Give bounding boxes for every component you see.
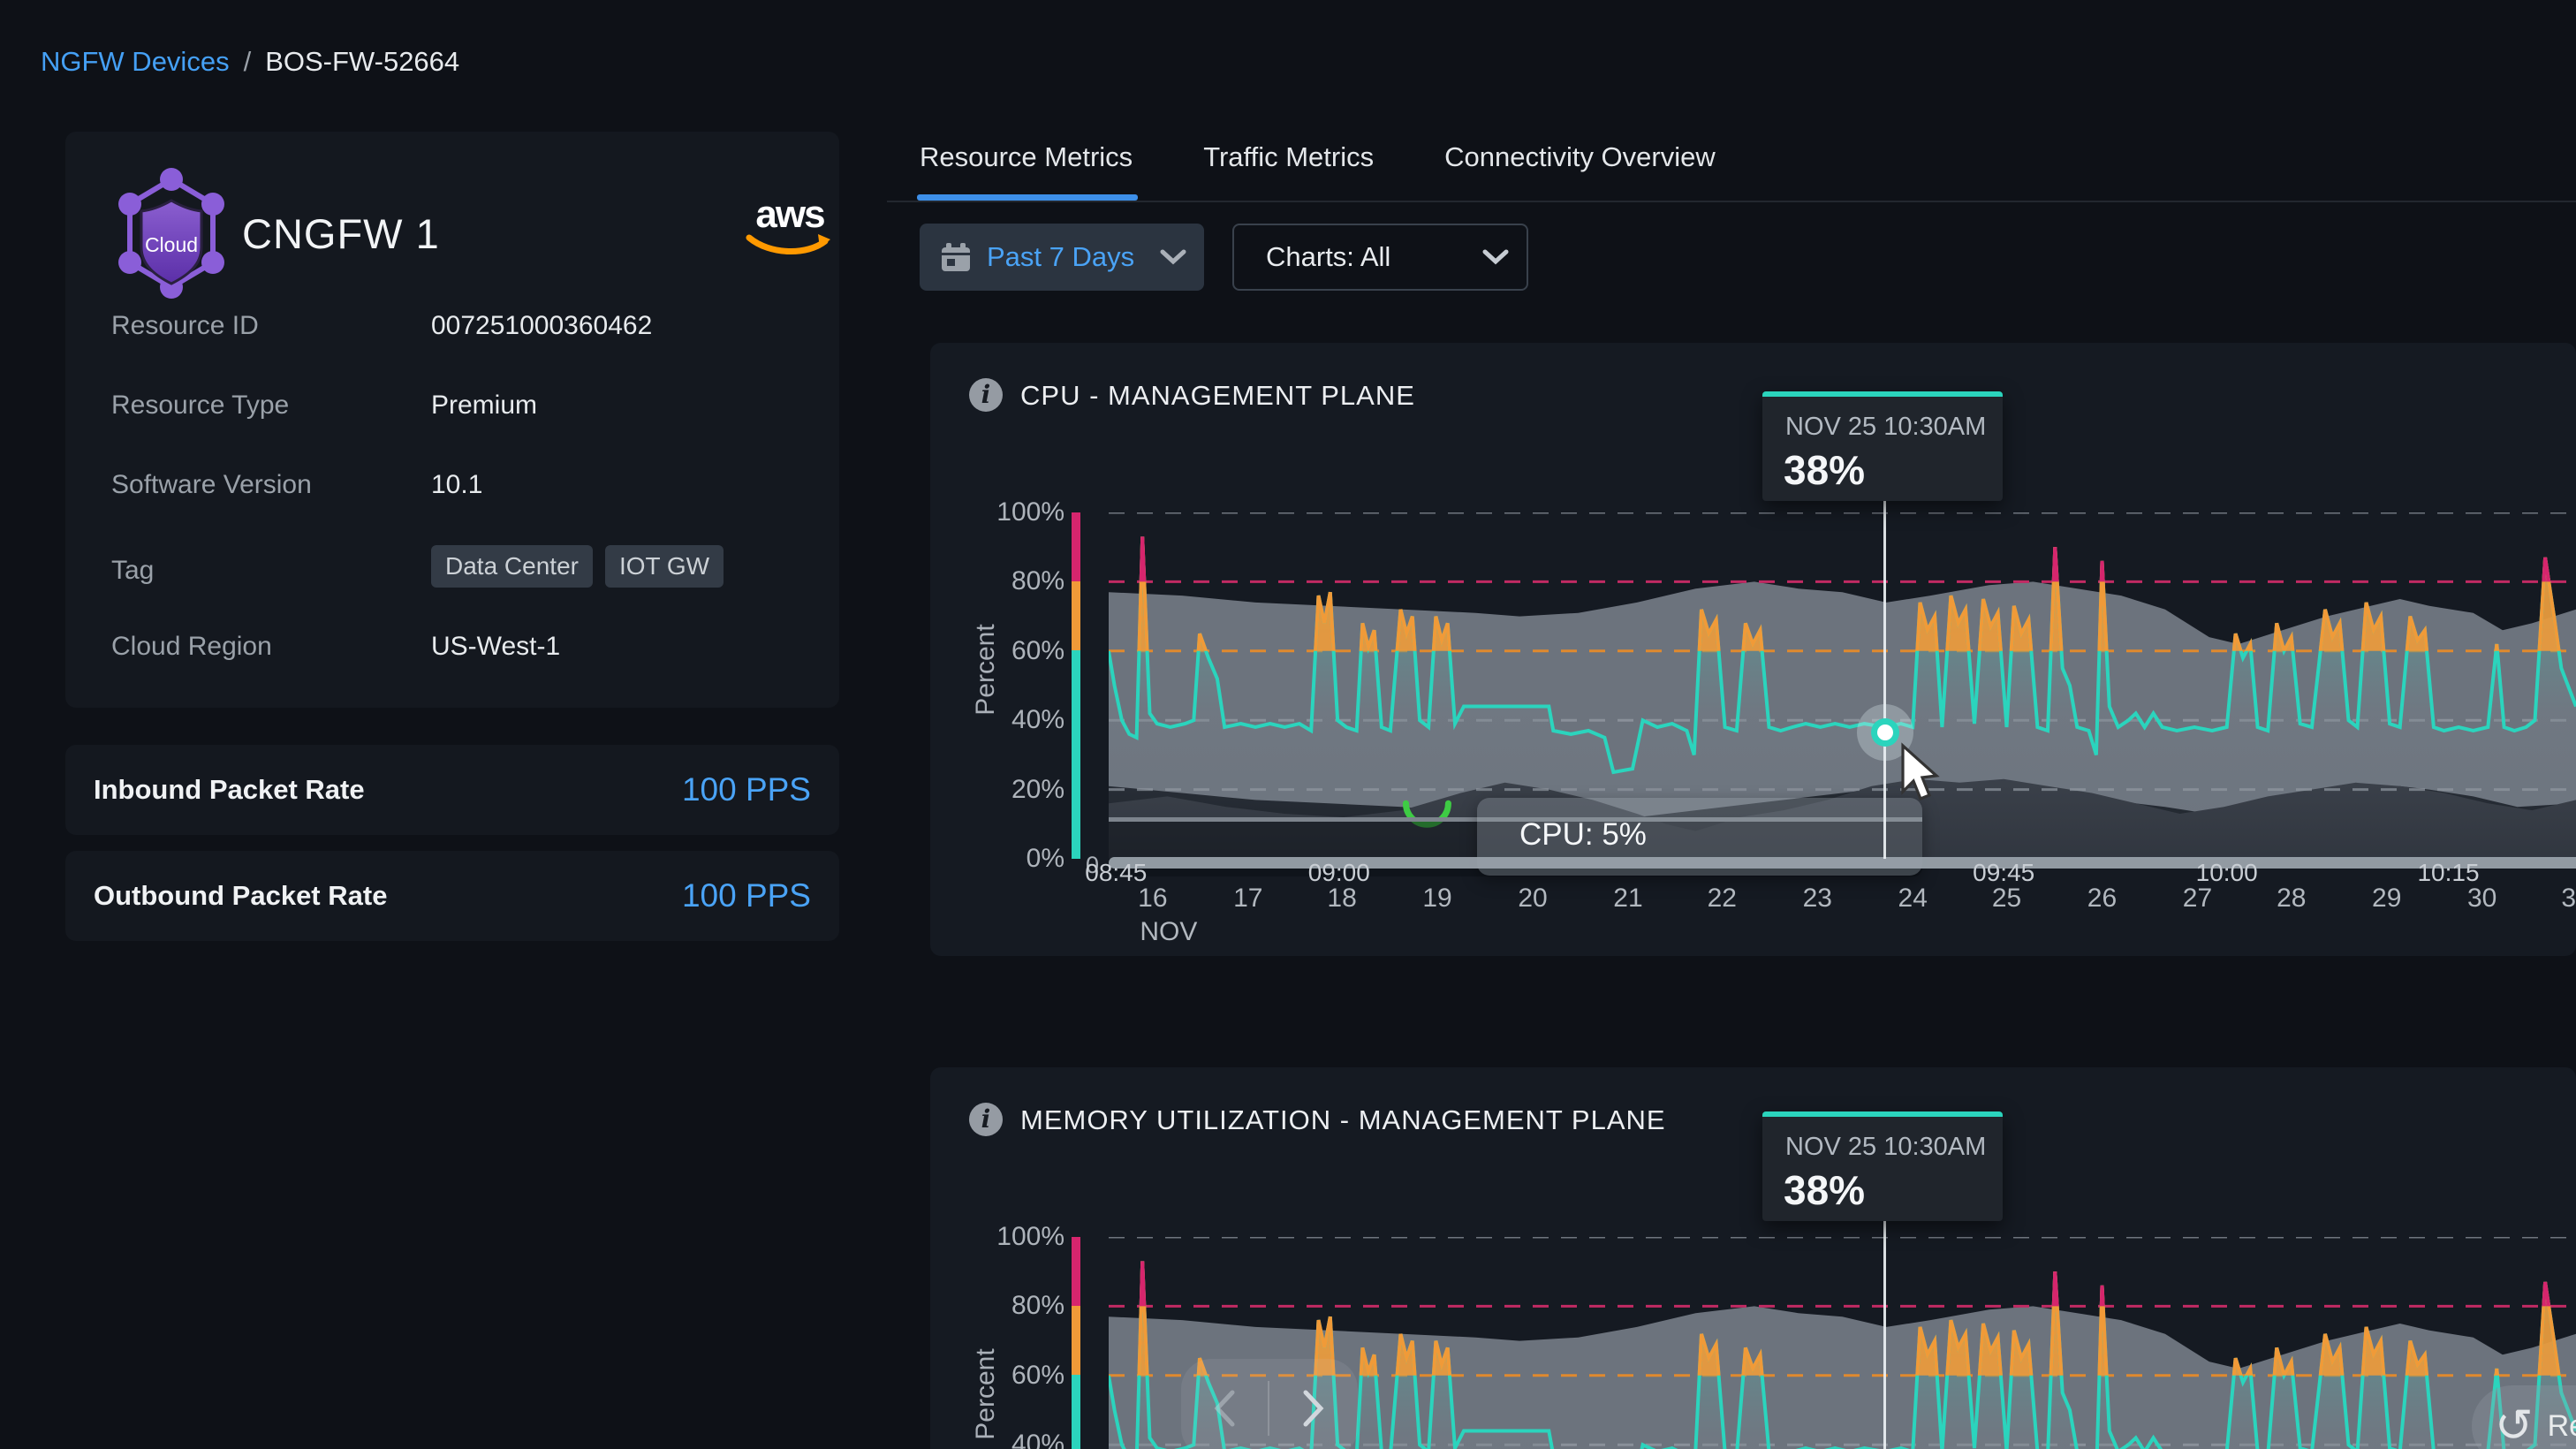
detail-value: US-West-1 xyxy=(431,632,560,662)
rate-value: 100 PPS xyxy=(682,877,811,914)
detail-value: 10.1 xyxy=(431,470,482,500)
detail-label: Tag xyxy=(111,556,154,586)
y-tick-label: 40% xyxy=(950,1430,1064,1449)
carousel-next-button[interactable] xyxy=(1269,1359,1356,1449)
rate-label: Inbound Packet Rate xyxy=(94,774,365,806)
y-tick-label: 20% xyxy=(950,775,1064,805)
y-axis-color-strip xyxy=(1072,512,1080,859)
x-tick-label: 19 xyxy=(1422,884,1451,914)
restart-icon: ↺ xyxy=(2495,1403,2534,1449)
detail-row: Resource ID 007251000360462 xyxy=(65,311,839,346)
memory-tooltip: NOV 25 10:30AM 38% xyxy=(1762,1111,2003,1221)
cpu-chart-card: i CPU - MANAGEMENT PLANE Percent 100%80%… xyxy=(930,343,2576,956)
mouse-cursor xyxy=(1896,742,1949,806)
detail-row: Software Version 10.1 xyxy=(65,470,839,505)
charts-filter-value: Charts: All xyxy=(1266,241,1390,273)
month-label: NOV xyxy=(1140,917,1197,947)
charts-filter-dropdown[interactable]: Charts: All xyxy=(1232,224,1528,291)
detail-value: 007251000360462 xyxy=(431,311,652,341)
x-tick-label: 28 xyxy=(2277,884,2306,914)
time-range-value: Past 7 Days xyxy=(987,241,1134,273)
info-icon[interactable]: i xyxy=(969,378,1003,412)
tooltip-time: NOV 25 10:30AM xyxy=(1785,1133,1986,1162)
detail-label: Resource ID xyxy=(111,311,259,341)
detail-label: Software Version xyxy=(111,470,312,500)
time-range-dropdown[interactable]: Past 7 Days xyxy=(920,224,1204,291)
detail-row-tags: Tag Data CenterIOT GW xyxy=(65,552,839,588)
tab-connectivity-overview[interactable]: Connectivity Overview xyxy=(1444,141,1716,173)
cpu-tooltip: NOV 25 10:30AM 38% xyxy=(1762,391,2003,501)
detail-value: Premium xyxy=(431,391,537,421)
restart-label: Restart xyxy=(2548,1409,2576,1444)
svg-text:Cloud: Cloud xyxy=(145,233,198,256)
aws-logo: aws xyxy=(737,197,843,263)
x-tick-label: 22 xyxy=(1708,884,1737,914)
active-tab-indicator xyxy=(917,194,1138,201)
chart-title: CPU - MANAGEMENT PLANE xyxy=(1020,380,1415,412)
detail-row: Cloud Region US-West-1 xyxy=(65,632,839,667)
tooltip-value: 38% xyxy=(1784,446,1865,494)
tab-divider xyxy=(887,201,2576,202)
x-tick-label: 30 xyxy=(2467,884,2496,914)
inbound-packet-rate-card: Inbound Packet Rate 100 PPS xyxy=(65,745,839,835)
device-info-card: Cloud CNGFW 1 aws Resource ID 0072510003… xyxy=(65,132,839,708)
calendar-icon xyxy=(939,240,973,274)
cloud-firewall-icon: Cloud xyxy=(110,163,233,309)
device-name: CNGFW 1 xyxy=(242,209,440,258)
x-tick-label: 24 xyxy=(1898,884,1928,914)
breadcrumb-separator: / xyxy=(244,46,252,78)
hover-value-label: CPU: 5% xyxy=(1519,817,1647,853)
detail-label: Resource Type xyxy=(111,391,289,421)
memory-chart-card: i MEMORY UTILIZATION - MANAGEMENT PLANE … xyxy=(930,1067,2576,1449)
breadcrumb-current: BOS-FW-52664 xyxy=(265,46,459,78)
tab-resource-metrics[interactable]: Resource Metrics xyxy=(920,141,1133,173)
tag-chip: Data Center xyxy=(431,545,593,588)
x-tick-label: 18 xyxy=(1327,884,1356,914)
x-tick-label: 16 xyxy=(1138,884,1167,914)
y-tick-label: 60% xyxy=(950,636,1064,666)
restart-button[interactable]: ↺ Restart xyxy=(2472,1385,2576,1449)
x-tick-label: 23 xyxy=(1803,884,1832,914)
x-tick-label: 27 xyxy=(2183,884,2212,914)
tooltip-value: 38% xyxy=(1784,1166,1865,1214)
x-tick-label: 26 xyxy=(2087,884,2117,914)
rate-value: 100 PPS xyxy=(682,771,811,808)
tooltip-time: NOV 25 10:30AM xyxy=(1785,413,1986,442)
cpu-crosshair-line xyxy=(1883,497,1886,859)
rate-label: Outbound Packet Rate xyxy=(94,880,387,912)
detail-label: Cloud Region xyxy=(111,632,272,662)
x-tick-label: 20 xyxy=(1518,884,1547,914)
detail-row: Resource Type Premium xyxy=(65,391,839,426)
tab-traffic-metrics[interactable]: Traffic Metrics xyxy=(1203,141,1374,173)
x-tick-label: 29 xyxy=(2372,884,2401,914)
hover-point xyxy=(1877,724,1893,740)
y-tick-label: 80% xyxy=(950,566,1064,596)
chevron-down-icon xyxy=(1482,249,1509,265)
breadcrumb-link-ngfw-devices[interactable]: NGFW Devices xyxy=(41,46,230,78)
y-tick-label: 100% xyxy=(950,1222,1064,1252)
info-icon[interactable]: i xyxy=(969,1103,1003,1136)
x-tick-label: 21 xyxy=(1613,884,1642,914)
chevron-down-icon xyxy=(1160,249,1186,265)
x-tick-label: 17 xyxy=(1233,884,1262,914)
memory-crosshair-line xyxy=(1883,1217,1886,1449)
tag-chip: IOT GW xyxy=(605,545,724,588)
y-tick-label: 60% xyxy=(950,1361,1064,1391)
chart-title: MEMORY UTILIZATION - MANAGEMENT PLANE xyxy=(1020,1104,1666,1136)
tab-bar: Resource Metrics Traffic Metrics Connect… xyxy=(920,141,1716,173)
x-tick-label: 25 xyxy=(1992,884,2021,914)
y-tick-label: 80% xyxy=(950,1291,1064,1321)
x-tick-label: 31 xyxy=(2561,884,2576,914)
outbound-packet-rate-card: Outbound Packet Rate 100 PPS xyxy=(65,851,839,941)
y-axis-color-strip xyxy=(1072,1237,1080,1449)
y-tick-label: 40% xyxy=(950,705,1064,735)
carousel-prev-button[interactable] xyxy=(1181,1359,1268,1449)
chart-carousel xyxy=(1181,1359,1358,1449)
device-detail-page: NGFW Devices / BOS-FW-52664 Cloud CNGFW … xyxy=(0,0,2576,1449)
breadcrumb: NGFW Devices / BOS-FW-52664 xyxy=(41,46,459,78)
y-tick-label: 100% xyxy=(950,497,1064,527)
y-tick-label: 0% xyxy=(950,844,1064,874)
